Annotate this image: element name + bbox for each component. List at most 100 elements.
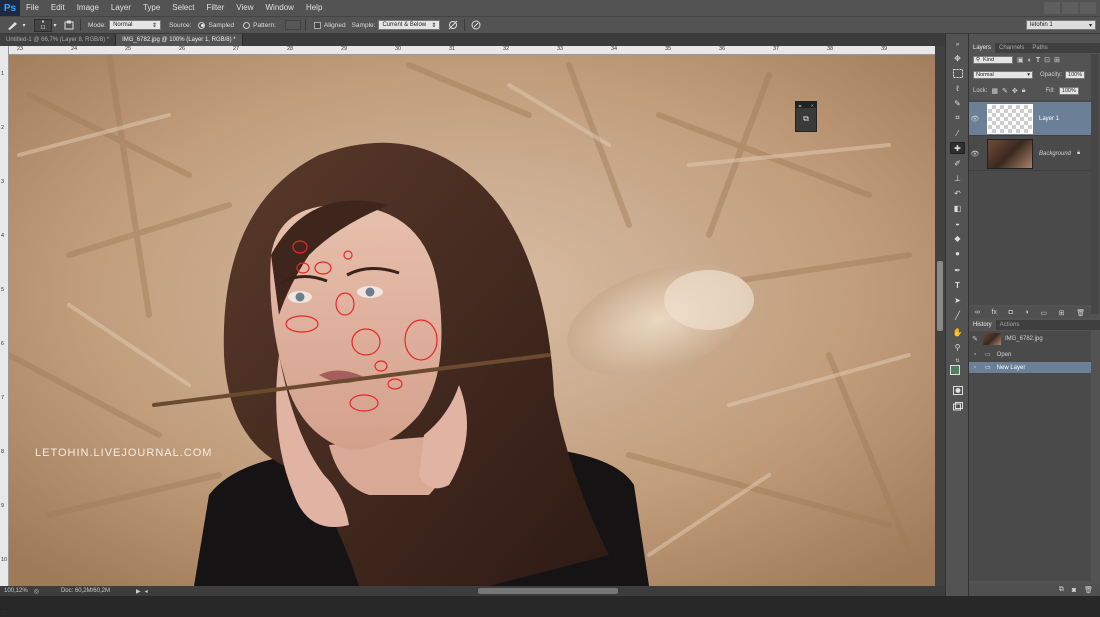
visibility-eye-icon[interactable]: 👁︎ xyxy=(969,115,981,123)
quick-mask-icon[interactable] xyxy=(950,384,965,396)
menu-view[interactable]: View xyxy=(230,0,259,16)
layer-row-background[interactable]: 👁︎ Background 🔒︎ xyxy=(969,137,1091,171)
menu-filter[interactable]: Filter xyxy=(201,0,231,16)
add-mask-icon[interactable]: ◘ xyxy=(1009,309,1013,316)
pressure-size-icon[interactable] xyxy=(469,19,483,31)
menu-layer[interactable]: Layer xyxy=(105,0,137,16)
filter-shape-icon[interactable]: ⊡ xyxy=(1044,56,1050,64)
blur-tool-icon[interactable]: ◆ xyxy=(950,232,965,244)
ignore-adjustment-layers-icon[interactable] xyxy=(446,19,460,31)
opacity-input[interactable]: 100% xyxy=(1065,71,1086,79)
fill-input[interactable]: 100% xyxy=(1058,87,1079,95)
filter-pixel-icon[interactable]: ▣ xyxy=(1017,56,1024,64)
lock-all-icon[interactable]: 🔒︎ xyxy=(1022,87,1026,95)
dodge-tool-icon[interactable]: ● xyxy=(950,247,965,259)
trash-icon[interactable]: 🗑︎ xyxy=(1084,586,1093,594)
lock-transparent-icon[interactable]: ▦ xyxy=(991,87,998,95)
healing-brush-tool-icon[interactable]: ✚ xyxy=(950,142,965,154)
lasso-tool-icon[interactable]: ℓ xyxy=(950,82,965,94)
horizontal-scroll-thumb[interactable] xyxy=(477,588,618,594)
lock-image-icon[interactable]: ✎ xyxy=(1002,87,1008,95)
foreground-color-swatch[interactable] xyxy=(950,365,960,375)
minimize-button[interactable] xyxy=(1044,2,1060,14)
brush-dropdown-arrow-icon[interactable]: ▾ xyxy=(52,19,58,31)
quick-selection-tool-icon[interactable]: ✎ xyxy=(950,97,965,109)
new-snapshot-icon[interactable]: ◙ xyxy=(1072,587,1076,594)
toolbar-collapse-icon[interactable]: » xyxy=(950,39,965,51)
history-snapshot[interactable]: ✎ IMG_6782.jpg xyxy=(969,331,1091,347)
tab-untitled-1[interactable]: Untitled-1 @ 66,7% (Layer 8, RGB/8) * xyxy=(0,34,117,46)
zoom-level[interactable]: 100,12% xyxy=(4,588,28,594)
healing-brush-tool-preset-icon[interactable] xyxy=(6,19,20,31)
type-tool-icon[interactable]: T xyxy=(950,279,965,291)
filter-smart-object-icon[interactable]: ⊞ xyxy=(1054,56,1060,64)
adjustment-layer-icon[interactable]: ◑ xyxy=(1024,309,1028,316)
menu-file[interactable]: File xyxy=(20,0,45,16)
history-brush-tool-icon[interactable]: ↶ xyxy=(950,187,965,199)
menu-window[interactable]: Window xyxy=(260,0,300,16)
filter-type-icon[interactable]: T xyxy=(1036,57,1040,64)
source-pattern-radio[interactable] xyxy=(243,21,251,29)
menu-help[interactable]: Help xyxy=(300,0,328,16)
collapse-icon[interactable]: ◂▸ xyxy=(798,103,802,108)
filter-adjustment-icon[interactable]: ◐ xyxy=(1028,57,1032,64)
link-layers-icon[interactable]: ∞ xyxy=(975,309,980,316)
aligned-checkbox[interactable] xyxy=(313,21,321,29)
tab-layers[interactable]: Layers xyxy=(969,43,996,53)
line-tool-icon[interactable]: ╱ xyxy=(950,309,965,321)
mode-select[interactable]: Normal ⇕ xyxy=(109,20,162,30)
layers-scrollbar[interactable] xyxy=(1091,54,1099,314)
brush-tool-icon[interactable]: ✐ xyxy=(950,157,965,169)
lock-position-icon[interactable]: ✥ xyxy=(1012,87,1018,95)
scroll-left-icon[interactable]: ◂ xyxy=(145,588,148,595)
layer-row-layer-1[interactable]: 👁︎ Layer 1 xyxy=(969,102,1091,136)
clone-stamp-tool-icon[interactable]: ⊥ xyxy=(950,172,965,184)
zoom-tool-icon[interactable]: ⚲ xyxy=(950,341,965,353)
layer-kind-select[interactable]: ⚲ Kind xyxy=(973,56,1013,64)
new-group-icon[interactable]: ▭ xyxy=(1040,309,1047,317)
preset-dropdown-arrow-icon[interactable]: ▾ xyxy=(20,19,28,31)
paint-bucket-tool-icon[interactable]: ◒ xyxy=(950,217,965,229)
screen-mode-icon[interactable] xyxy=(950,400,965,412)
tab-paths[interactable]: Paths xyxy=(1028,43,1051,53)
history-state-new-layer[interactable]: ▫ ▭ New Layer xyxy=(969,362,1091,374)
history-state-checkbox[interactable]: ▫ xyxy=(969,351,981,358)
clone-source-panel-icon[interactable] xyxy=(62,19,76,31)
pen-tool-icon[interactable]: ✒ xyxy=(950,264,965,276)
eraser-tool-icon[interactable]: ◧ xyxy=(950,202,965,214)
vertical-scrollbar[interactable] xyxy=(935,46,945,586)
clone-source-icon[interactable]: ⧉ xyxy=(796,108,816,130)
brush-size-picker[interactable]: ● 11 xyxy=(34,18,52,32)
close-button[interactable] xyxy=(1080,2,1096,14)
close-icon[interactable]: ✕ xyxy=(811,103,814,108)
crop-tool-icon[interactable]: ⌗ xyxy=(950,112,965,124)
status-menu-arrow-icon[interactable]: ▶ xyxy=(136,588,141,595)
menu-image[interactable]: Image xyxy=(71,0,105,16)
tab-actions[interactable]: Actions xyxy=(996,320,1024,330)
hand-tool-icon[interactable]: ✋ xyxy=(950,326,965,338)
visibility-eye-icon[interactable]: 👁︎ xyxy=(969,150,981,158)
trash-icon[interactable]: 🗑︎ xyxy=(1076,309,1085,317)
blend-mode-select[interactable]: Normal ▾ xyxy=(973,71,1033,79)
menu-type[interactable]: Type xyxy=(137,0,166,16)
workspace-select[interactable]: letohin 1 ▾ xyxy=(1026,20,1096,30)
maximize-button[interactable] xyxy=(1062,2,1078,14)
history-state-open[interactable]: ▫ ▭ Open xyxy=(969,349,1091,361)
layer-style-icon[interactable]: fx xyxy=(991,309,996,316)
menu-edit[interactable]: Edit xyxy=(45,0,71,16)
sample-select[interactable]: Current & Below ⇕ xyxy=(378,20,441,30)
eyedropper-tool-icon[interactable]: ⁄ xyxy=(950,127,965,139)
layer-name[interactable]: Background xyxy=(1039,151,1071,157)
new-layer-icon[interactable]: ⊞ xyxy=(1059,309,1065,317)
document-canvas[interactable]: LETOHIN.LIVEJOURNAL.COM xyxy=(9,55,935,586)
marquee-tool-icon[interactable] xyxy=(950,67,965,79)
status-info-icon[interactable]: ◎ xyxy=(34,588,39,595)
menu-select[interactable]: Select xyxy=(166,0,200,16)
tab-img-6782[interactable]: IMG_6782.jpg @ 100% (Layer 1, RGB/8) * xyxy=(116,34,243,46)
vertical-scroll-thumb[interactable] xyxy=(937,261,943,331)
layer-name[interactable]: Layer 1 xyxy=(1039,116,1059,122)
path-selection-tool-icon[interactable]: ➤ xyxy=(950,294,965,306)
tab-history[interactable]: History xyxy=(969,320,996,330)
tab-channels[interactable]: Channels xyxy=(995,43,1028,53)
source-sampled-radio[interactable] xyxy=(198,21,206,29)
